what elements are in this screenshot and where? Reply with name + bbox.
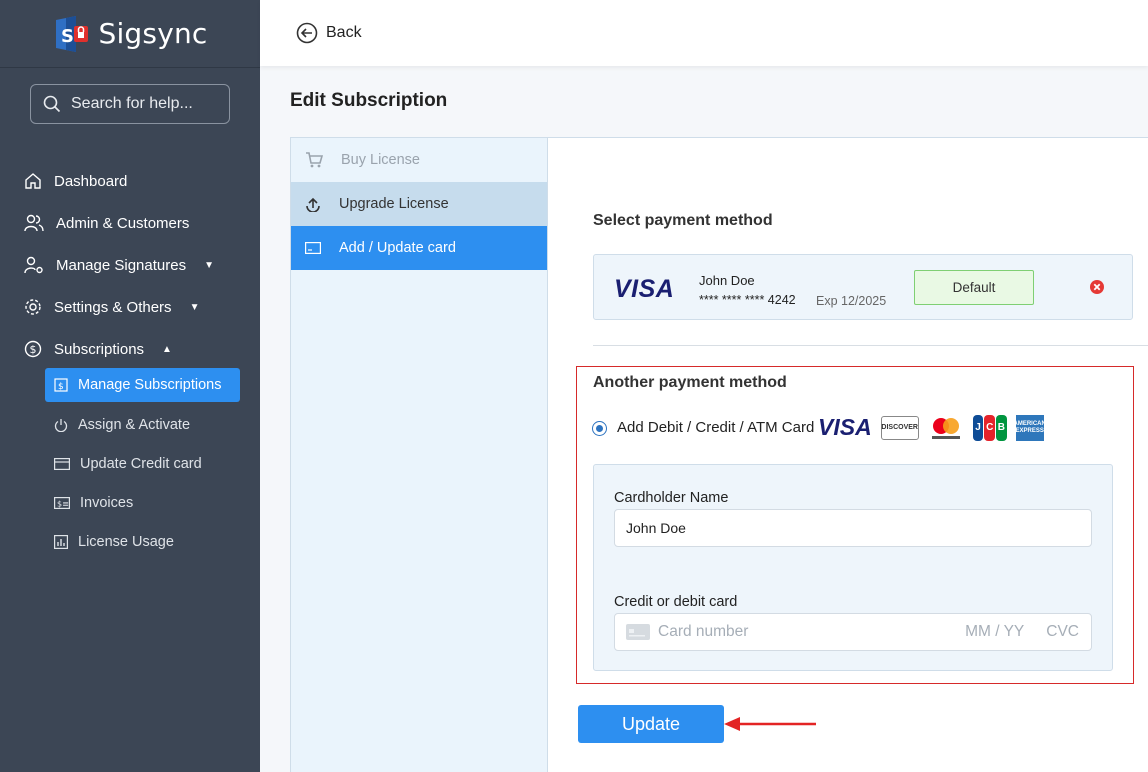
card-expiry: Exp 12/2025 xyxy=(816,294,887,308)
sidebar-subitem-assign-activate[interactable]: Assign & Activate xyxy=(45,408,240,442)
sidebar-subitem-label: Invoices xyxy=(80,495,134,511)
back-arrow-icon xyxy=(296,22,318,44)
tab-label: Buy License xyxy=(341,152,420,168)
gear-icon xyxy=(25,299,41,315)
tab-add-update-card[interactable]: Add / Update card xyxy=(291,226,547,270)
subscription-tabs: Buy License Upgrade License Add / Update… xyxy=(290,137,548,772)
svg-text:$: $ xyxy=(30,343,37,356)
sidebar-subitem-update-credit-card[interactable]: Update Credit card xyxy=(45,447,240,481)
cart-icon xyxy=(306,152,323,168)
update-button[interactable]: Update xyxy=(578,705,724,743)
back-button[interactable]: Back xyxy=(296,22,362,44)
visa-icon: VISA xyxy=(818,414,872,440)
dollar-circle-icon: $ xyxy=(24,340,42,358)
amex-icon: AMERICAN EXPRESS xyxy=(1014,414,1046,441)
brand[interactable]: S Sigsync xyxy=(0,0,260,68)
sidebar-item-label: Dashboard xyxy=(54,172,128,190)
add-card-radio[interactable] xyxy=(592,421,607,436)
invoice-icon: $≡ xyxy=(54,497,70,509)
sidebar-item-subscriptions[interactable]: $ Subscriptions ▲ xyxy=(0,328,260,370)
cvc-placeholder: CVC xyxy=(1046,623,1079,640)
select-payment-title: Select payment method xyxy=(593,212,773,229)
sidebar-subitem-license-usage[interactable]: License Usage xyxy=(45,525,240,559)
sidebar-item-label: Subscriptions xyxy=(54,340,145,358)
topbar: Back xyxy=(260,0,1148,66)
search-input[interactable]: Search for help... xyxy=(30,84,230,124)
sidebar-item-dashboard[interactable]: Dashboard xyxy=(0,160,260,202)
svg-text:S: S xyxy=(61,26,74,47)
sidebar-subitem-manage-subscriptions[interactable]: $ Manage Subscriptions xyxy=(45,368,240,402)
sidebar-item-label: Manage Signatures xyxy=(56,256,187,274)
users-icon xyxy=(24,214,44,232)
sidebar-item-settings[interactable]: Settings & Others ▼ xyxy=(0,286,260,328)
remove-card-icon[interactable] xyxy=(1089,279,1105,295)
cardholder-input[interactable]: John Doe xyxy=(614,509,1092,547)
caret-down-icon: ▼ xyxy=(189,301,200,313)
search-placeholder: Search for help... xyxy=(71,95,193,112)
saved-card[interactable]: VISA John Doe **** **** **** 4242 Exp 12… xyxy=(593,254,1133,320)
credit-card-icon xyxy=(54,458,70,470)
home-icon xyxy=(25,173,41,189)
sidebar-subitem-label: Manage Subscriptions xyxy=(78,377,222,393)
sidebar-nav: Dashboard Admin & Customers Manage Signa… xyxy=(0,160,260,370)
brand-name: Sigsync xyxy=(98,17,208,50)
payment-panel: Select payment method VISA John Doe ****… xyxy=(548,137,1148,772)
default-badge[interactable]: Default xyxy=(914,270,1034,305)
upload-icon xyxy=(306,197,320,212)
dollar-receipt-icon: $ xyxy=(54,378,68,392)
mastercard-icon xyxy=(928,415,964,441)
card-number-input[interactable]: Card number MM / YY CVC xyxy=(614,613,1092,651)
credit-card-icon xyxy=(305,242,321,254)
expiry-placeholder: MM / YY xyxy=(965,623,1025,640)
power-icon xyxy=(54,419,68,432)
discover-icon: DISCOVER xyxy=(880,415,919,440)
bar-chart-icon xyxy=(54,535,68,549)
svg-text:$≡: $≡ xyxy=(57,500,69,509)
caret-down-icon: ▼ xyxy=(204,259,214,271)
svg-text:$: $ xyxy=(58,382,64,392)
sidebar-subitem-label: License Usage xyxy=(78,534,174,550)
another-payment-title: Another payment method xyxy=(593,374,787,391)
cardholder-label: Cardholder Name xyxy=(614,490,729,506)
card-holder-name: John Doe xyxy=(699,273,755,288)
user-gear-icon xyxy=(24,256,43,274)
card-placeholder-icon xyxy=(626,624,650,640)
sidebar-subitem-label: Update Credit card xyxy=(80,456,202,472)
caret-up-icon: ▲ xyxy=(162,343,172,355)
search-icon xyxy=(43,95,61,113)
sidebar-item-signatures[interactable]: Manage Signatures ▼ xyxy=(0,244,260,286)
jcb-letter: J xyxy=(972,414,984,441)
back-label: Back xyxy=(326,24,362,41)
sidebar-subitem-invoices[interactable]: $≡ Invoices xyxy=(45,486,240,520)
card-label: Credit or debit card xyxy=(614,594,738,610)
sidebar-subitem-label: Assign & Activate xyxy=(78,417,191,433)
sidebar-item-label: Admin & Customers xyxy=(56,214,190,232)
card-brand-icons: VISA DISCOVER J C B AMERICAN EXPRESS xyxy=(818,414,1046,441)
sidebar: S Sigsync Search for help... Dashboard A… xyxy=(0,0,260,772)
visa-logo: VISA xyxy=(614,275,675,303)
tab-label: Add / Update card xyxy=(339,240,456,256)
cardholder-value: John Doe xyxy=(626,520,686,536)
add-card-option-label[interactable]: Add Debit / Credit / ATM Card xyxy=(617,419,814,436)
red-arrow-annotation-icon xyxy=(724,717,816,731)
divider xyxy=(593,345,1148,346)
jcb-icon: J C B xyxy=(972,414,1007,441)
tab-buy-license[interactable]: Buy License xyxy=(291,138,547,182)
jcb-letter: B xyxy=(996,414,1007,441)
jcb-letter: C xyxy=(984,414,996,441)
sidebar-item-label: Settings & Others xyxy=(54,298,172,316)
sigsync-logo-icon: S xyxy=(52,14,92,54)
card-number-masked: **** **** **** 4242 xyxy=(699,293,796,307)
page-title: Edit Subscription xyxy=(290,90,448,111)
card-number-placeholder: Card number xyxy=(658,623,749,640)
card-form: Cardholder Name John Doe Credit or debit… xyxy=(593,464,1113,671)
tab-label: Upgrade License xyxy=(339,196,449,212)
tab-upgrade-license[interactable]: Upgrade License xyxy=(291,182,547,226)
sidebar-item-admin[interactable]: Admin & Customers xyxy=(0,202,260,244)
